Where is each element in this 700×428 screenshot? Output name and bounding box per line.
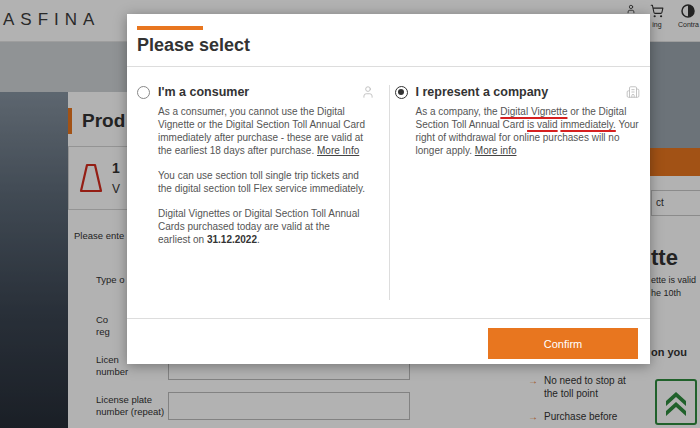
more-info-link[interactable]: More info (475, 145, 517, 156)
more-info-link[interactable]: More Info (317, 145, 359, 156)
person-icon (361, 85, 375, 99)
customer-option[interactable]: I represent a company As a company, the D… (389, 85, 641, 300)
dialog-body: I'm a consumer As a consumer, you cannot … (127, 67, 650, 318)
title-accent (137, 26, 203, 30)
radio-dot (398, 89, 404, 95)
dialog-title: Please select (137, 34, 640, 56)
option-label[interactable]: I'm a consumer (158, 85, 249, 99)
radio-button[interactable] (395, 86, 408, 99)
option-label[interactable]: I represent a company (416, 85, 549, 99)
option-description: As a company, the Digital Vignette or th… (395, 105, 641, 157)
option-paragraph: You can use section toll single trip tic… (158, 169, 375, 195)
option-header: I represent a company (395, 85, 641, 99)
text-segment: earliest on (158, 234, 207, 245)
text-segment: Digital Vignettes or Digital Section Tol… (158, 208, 359, 232)
text-segment: . (257, 234, 260, 245)
text-segment: As a company, the (416, 106, 501, 117)
text-segment: You can use section toll single trip tic… (158, 170, 365, 194)
customer-option[interactable]: I'm a consumer As a consumer, you cannot … (137, 85, 389, 300)
page: ASFINAingContraProd1VPlease enteType oCo… (0, 0, 700, 428)
option-paragraph: As a company, the Digital Vignette or th… (416, 105, 641, 157)
option-paragraph: Digital Vignettes or Digital Section Tol… (158, 207, 375, 246)
text-segment: is valid (527, 119, 558, 130)
option-description: As a consumer, you cannot use the Digita… (137, 105, 375, 246)
text-segment: Digital Vignette (500, 106, 567, 117)
option-header: I'm a consumer (137, 85, 375, 99)
radio-button[interactable] (137, 86, 150, 99)
text-segment: 31.12.2022 (207, 234, 257, 245)
dialog-footer: Confirm (127, 318, 650, 364)
text-segment: immediately. (560, 119, 615, 130)
building-icon (626, 85, 640, 99)
dialog-header: Please select (127, 14, 650, 67)
confirm-button[interactable]: Confirm (488, 328, 638, 359)
text-segment (558, 119, 561, 130)
select-dialog: Please select I'm a consumer As a consumer… (127, 14, 650, 364)
option-paragraph: As a consumer, you cannot use the Digita… (158, 105, 375, 157)
